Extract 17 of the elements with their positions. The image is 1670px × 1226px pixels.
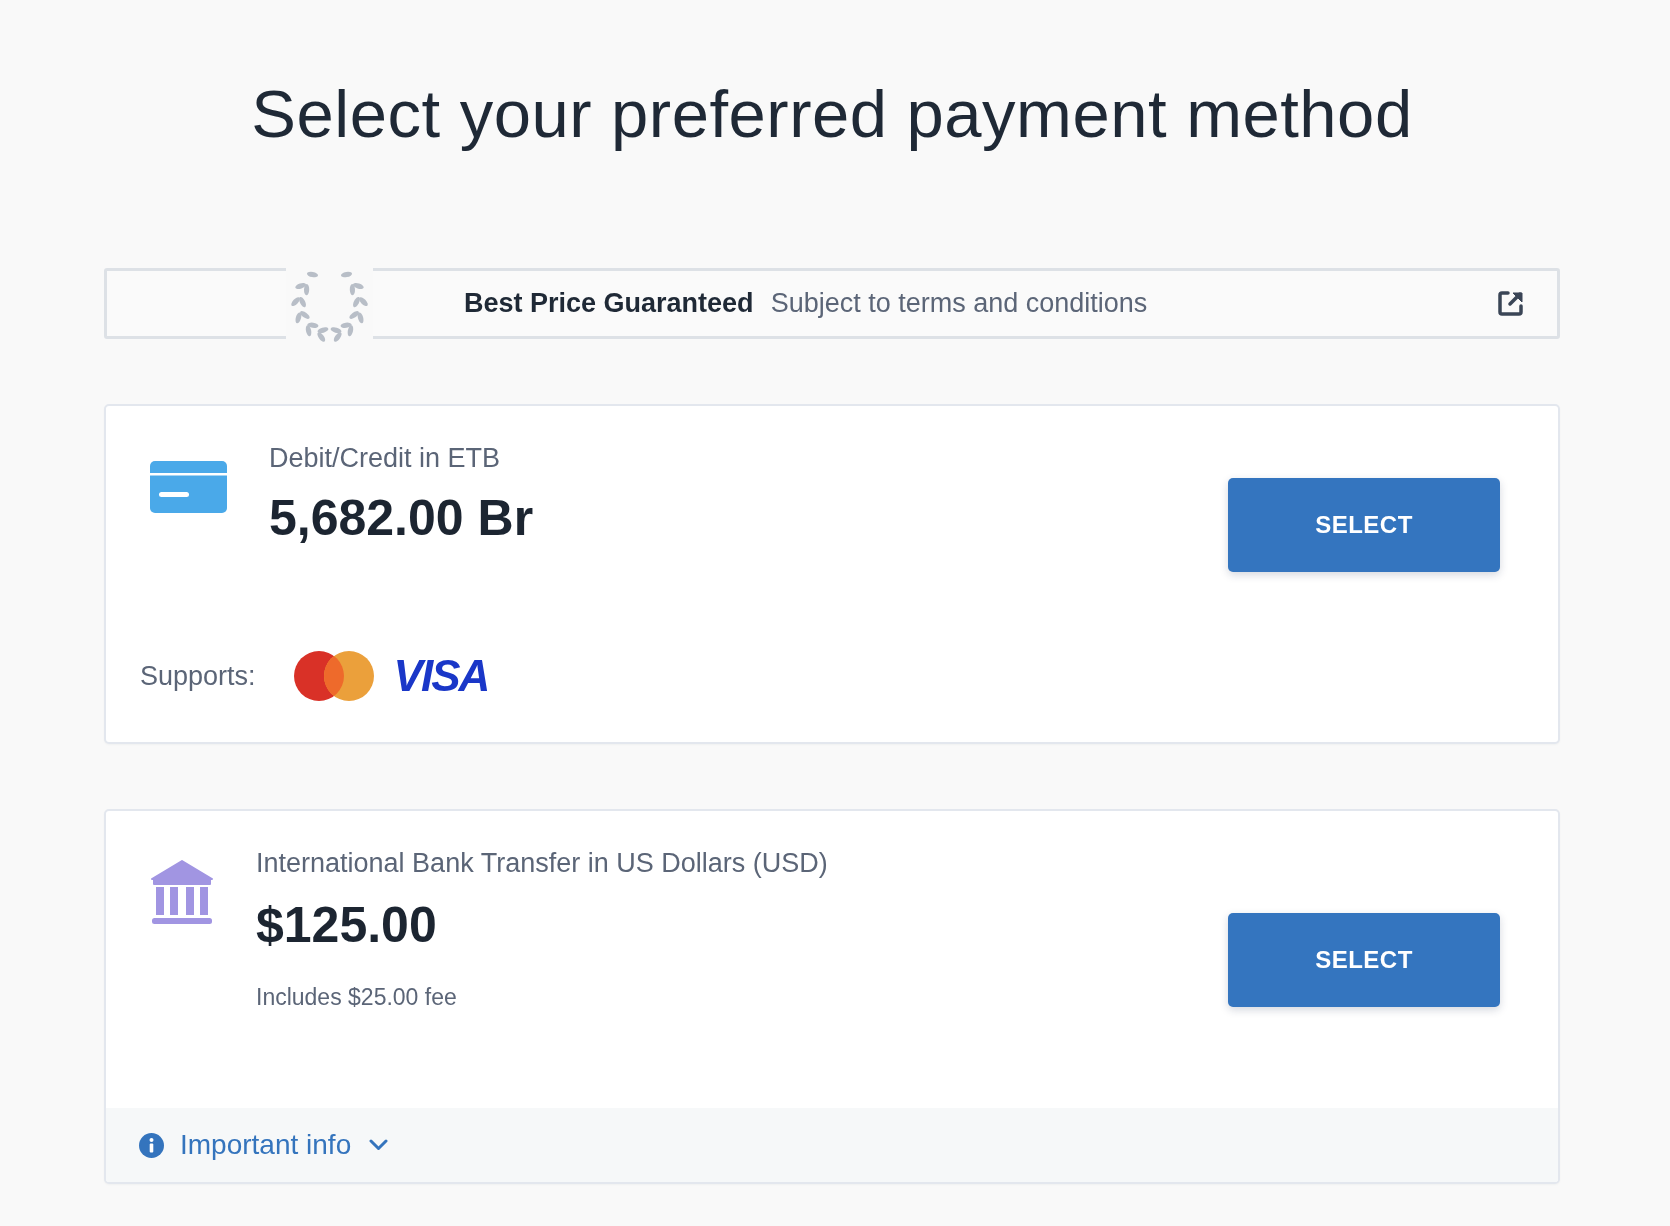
bank-building-icon xyxy=(150,860,214,926)
select-button[interactable]: SELECT xyxy=(1228,478,1500,572)
select-button[interactable]: SELECT xyxy=(1228,912,1500,1007)
banner-title: Best Price Guaranteed xyxy=(464,288,754,319)
credit-card-icon xyxy=(150,461,227,513)
external-link-icon[interactable] xyxy=(1497,290,1525,317)
info-icon xyxy=(139,1132,164,1158)
banner-subtitle: Subject to terms and conditions xyxy=(770,288,1148,319)
method-label: Debit/Credit in ETB xyxy=(269,442,501,474)
page-title: Select your preferred payment method xyxy=(250,75,1414,153)
fee-note: Includes $25.00 fee xyxy=(256,983,457,1012)
card-brand-wordmark: VISA xyxy=(393,656,490,696)
supports-label: Supports: xyxy=(140,660,256,692)
price-amount: 5,682.00 Br xyxy=(269,489,534,548)
important-info-toggle[interactable]: Important info xyxy=(180,1129,389,1161)
price-amount: $125.00 xyxy=(256,896,437,955)
method-label: International Bank Transfer in US Dollars (USD) xyxy=(256,847,828,879)
